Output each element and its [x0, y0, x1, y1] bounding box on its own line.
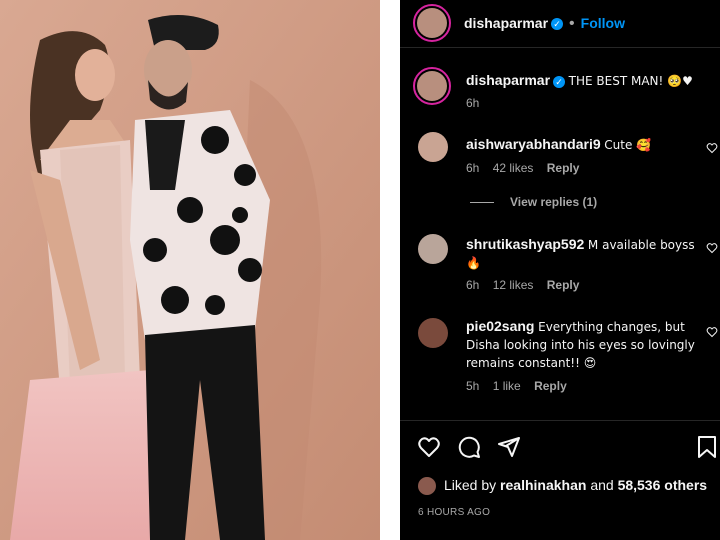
- commenter-avatar[interactable]: [418, 132, 448, 162]
- comment-likes[interactable]: 42 likes: [493, 161, 534, 175]
- caption-avatar[interactable]: [413, 67, 451, 105]
- replies-line: [470, 202, 494, 204]
- follow-button[interactable]: Follow: [581, 15, 625, 31]
- liker-username[interactable]: realhinakhan: [500, 477, 586, 493]
- liker-avatar[interactable]: [418, 477, 436, 496]
- comment-meta: 6h 42 likes Reply: [466, 161, 589, 175]
- comment-text: Cute 🥰: [604, 138, 652, 152]
- caption-text: THE BEST MAN! 🥺♥: [568, 74, 693, 88]
- bookmark-icon[interactable]: [695, 435, 719, 459]
- caption-time: 6h: [466, 96, 480, 110]
- post-panel: dishaparmar ✓ • Follow dishaparmar ✓ THE BES…: [400, 0, 720, 540]
- comment-meta: 6h 12 likes Reply: [466, 278, 589, 292]
- commenter-username[interactable]: pie02sang: [466, 318, 534, 334]
- comment-item: pie02sang Everything changes, but Disha …: [400, 316, 720, 396]
- post-caption: dishaparmar ✓ THE BEST MAN! 🥺♥ 6h: [400, 62, 720, 112]
- comment-time: 5h: [466, 379, 480, 393]
- verified-badge-icon: ✓: [553, 75, 566, 88]
- post-timestamp: 6 HOURS AGO: [418, 507, 491, 518]
- separator-dot: •: [569, 15, 575, 32]
- liked-by-prefix: Liked by: [444, 477, 497, 493]
- post-photo[interactable]: [0, 0, 380, 540]
- post-actions: Liked by realhinakhan and 58,536 others …: [400, 420, 720, 540]
- view-replies-button[interactable]: View replies (1): [470, 195, 597, 209]
- commenter-username[interactable]: aishwaryabhandari9: [466, 136, 601, 152]
- comment-meta: 5h 1 like Reply: [466, 379, 577, 393]
- comment-time: 6h: [466, 161, 480, 175]
- comment-item: aishwaryabhandari9 Cute 🥰 6h 42 likes Re…: [400, 130, 720, 190]
- liked-by-joiner: and: [590, 477, 614, 493]
- reply-button[interactable]: Reply: [534, 379, 567, 393]
- comment-icon[interactable]: [457, 435, 481, 459]
- comment-heart-icon[interactable]: [706, 326, 718, 338]
- divider-gap: [380, 0, 400, 540]
- comment-heart-icon[interactable]: [706, 242, 718, 254]
- verified-badge-icon: ✓: [551, 17, 564, 30]
- post-header: dishaparmar ✓ • Follow: [400, 0, 720, 48]
- caption-username[interactable]: dishaparmar: [466, 72, 550, 88]
- share-icon[interactable]: [497, 435, 521, 459]
- comment-likes[interactable]: 1 like: [493, 379, 521, 393]
- comment-item: shrutikashyap592 M available boyss 🔥 6h …: [400, 232, 720, 292]
- author-username[interactable]: dishaparmar: [464, 15, 548, 31]
- reply-button[interactable]: Reply: [547, 278, 580, 292]
- liked-by-row: Liked by realhinakhan and 58,536 others: [418, 477, 708, 496]
- heart-icon[interactable]: [417, 435, 441, 459]
- comment-time: 6h: [466, 278, 480, 292]
- comment-likes[interactable]: 12 likes: [493, 278, 534, 292]
- commenter-avatar[interactable]: [418, 234, 448, 264]
- view-replies-label: View replies (1): [510, 195, 598, 209]
- commenter-username[interactable]: shrutikashyap592: [466, 236, 584, 252]
- comment-heart-icon[interactable]: [706, 142, 718, 154]
- author-avatar[interactable]: [413, 4, 451, 42]
- likes-count[interactable]: 58,536 others: [618, 477, 708, 493]
- commenter-avatar[interactable]: [418, 318, 448, 348]
- reply-button[interactable]: Reply: [547, 161, 580, 175]
- couple-photo: [0, 0, 380, 540]
